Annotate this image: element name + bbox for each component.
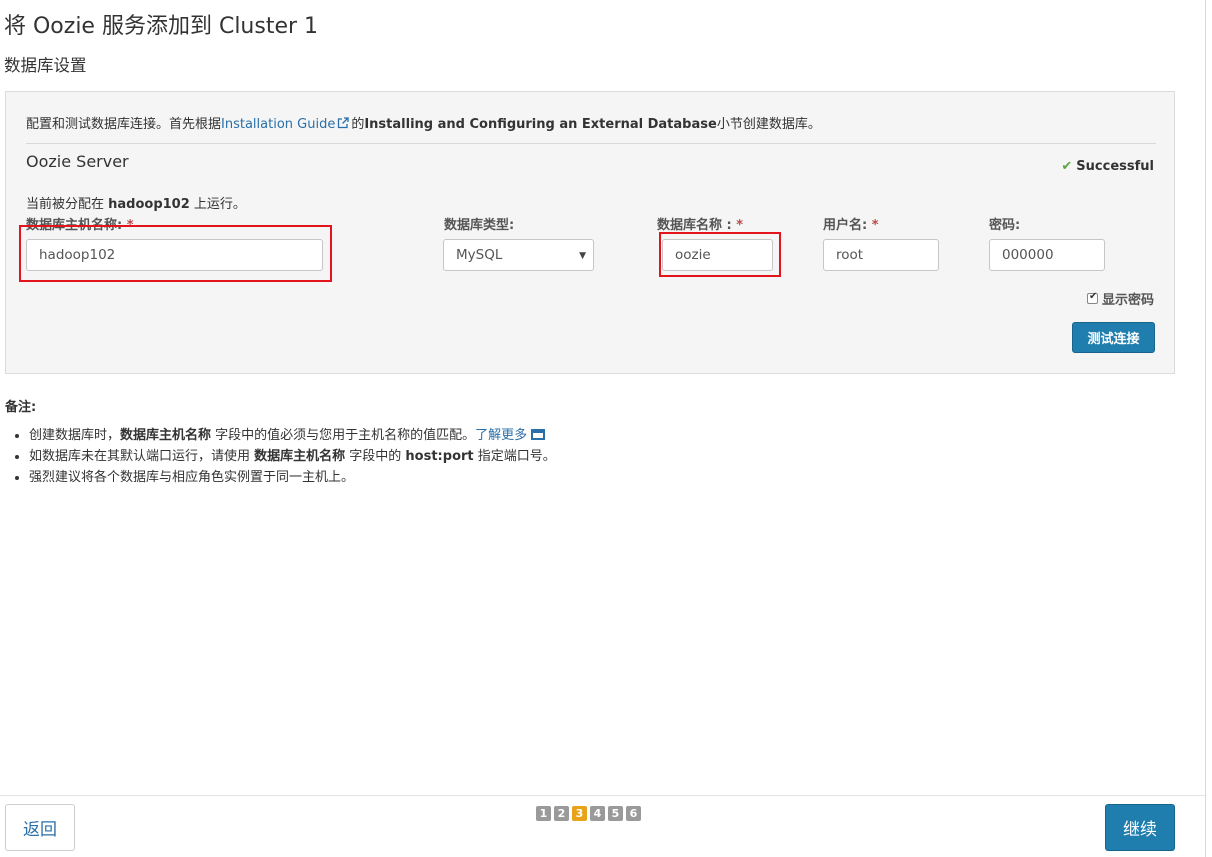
intro-bold: Installing and Configuring an External D… [364,117,717,132]
section-title: Oozie Server [26,152,129,171]
wizard-step: 4 [590,806,605,821]
divider [26,143,1156,144]
wizard-step: 6 [626,806,641,821]
notes-title: 备注: [5,400,37,415]
show-password-label: 显示密码 [1101,293,1154,308]
notes-list: 创建数据库时，数据库主机名称 字段中的值必须与您用于主机名称的值匹配。了解更多 … [15,425,556,488]
learn-more-link[interactable]: 了解更多 [475,428,527,443]
database-settings-panel: 配置和测试数据库连接。首先根据Installation Guide 的Instal… [5,91,1175,374]
username-label: 用户名: * [823,218,879,233]
db-name-label: 数据库名称 : * [657,218,744,233]
intro-suffix: 小节创建数据库。 [716,117,821,132]
wizard-step: 5 [608,806,623,821]
db-type-label: 数据库类型: [444,218,515,233]
page-subtitle: 数据库设置 [4,56,87,75]
wizard-step: 1 [536,806,551,821]
note-item: 如数据库未在其默认端口运行，请使用 数据库主机名称 字段中的 host:port… [29,446,556,467]
installation-guide-link[interactable]: Installation Guide [221,117,335,132]
test-connection-button[interactable]: 测试连接 [1072,322,1155,353]
db-type-value: MySQL [456,247,503,263]
assigned-host: hadoop102 [108,197,190,212]
dropdown-arrow-icon: ▼ [579,251,586,261]
password-label: 密码: [989,218,1021,233]
password-input[interactable]: 000000 [989,239,1105,271]
check-icon: ✔ [1061,159,1073,174]
back-button[interactable]: 返回 [5,804,75,851]
highlight-box-db-name [659,232,781,277]
wizard-steps: 1 2 3 4 5 6 [536,806,641,821]
intro-prefix: 配置和测试数据库连接。首先根据 [26,117,222,132]
wizard-step: 2 [554,806,569,821]
note-item: 强烈建议将各个数据库与相应角色实例置于同一主机上。 [29,467,556,488]
highlight-box-host [19,225,332,282]
wizard-step-active: 3 [572,806,587,821]
intro-mid: 的 [351,117,365,132]
assigned-prefix: 当前被分配在 [26,197,109,212]
checkbox-icon[interactable] [1086,291,1098,304]
continue-button[interactable]: 继续 [1105,804,1175,851]
username-input[interactable]: root [823,239,939,271]
external-link-icon[interactable] [337,117,349,129]
connection-status: ✔ Successful [1061,159,1154,174]
footer-divider [0,795,1205,796]
page-title: 将 Oozie 服务添加到 Cluster 1 [4,14,319,39]
intro-text: 配置和测试数据库连接。首先根据Installation Guide 的Instal… [26,113,821,132]
assigned-host-text: 当前被分配在 hadoop102 上运行。 [26,193,246,212]
note-item: 创建数据库时，数据库主机名称 字段中的值必须与您用于主机名称的值匹配。了解更多 [29,425,556,446]
new-window-icon[interactable] [531,429,546,440]
db-type-select[interactable]: MySQL ▼ [443,239,594,271]
window-edge [1205,0,1206,857]
status-text: Successful [1076,159,1154,174]
show-password-checkbox[interactable]: 显示密码 [1086,289,1154,308]
assigned-suffix: 上运行。 [189,197,246,212]
